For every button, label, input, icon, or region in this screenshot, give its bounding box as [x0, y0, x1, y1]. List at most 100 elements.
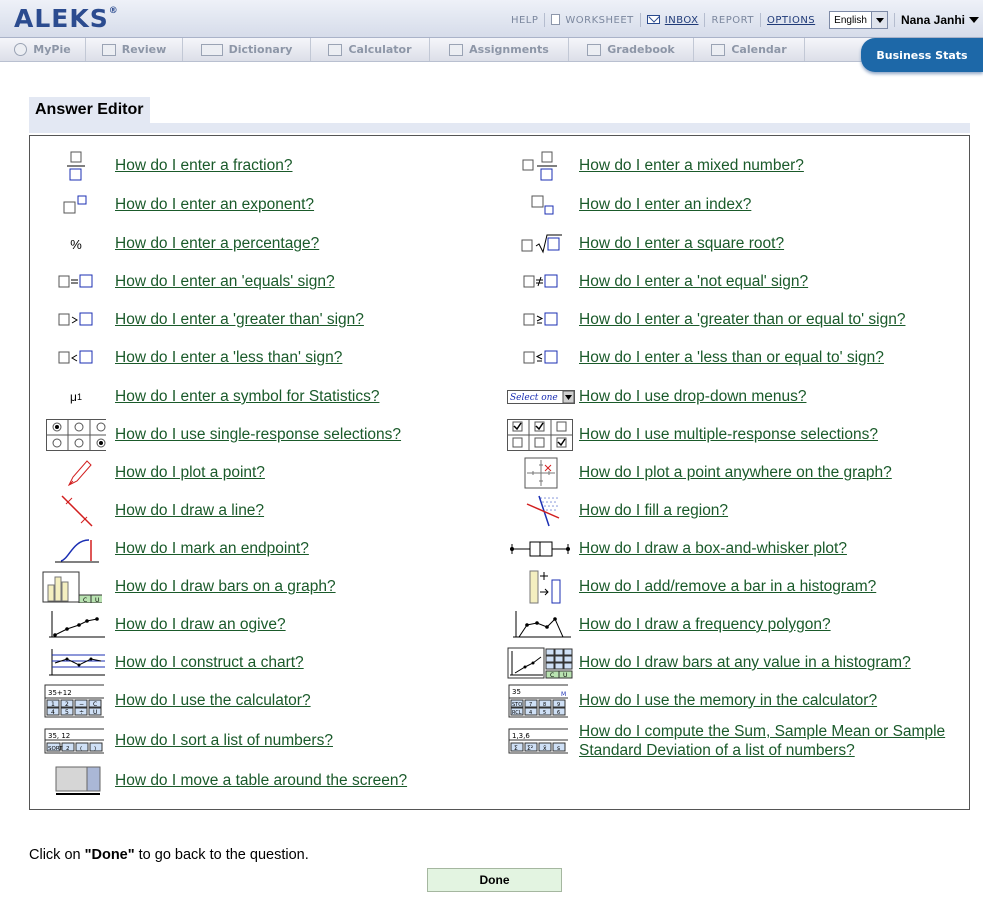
svg-text:1: 1 — [51, 701, 55, 708]
svg-text:U: U — [563, 672, 567, 679]
help-link-plot-point[interactable]: How do I plot a point? — [115, 463, 265, 482]
svg-text:C: C — [93, 701, 97, 708]
histogram-bar-icon — [511, 570, 571, 604]
done-button[interactable]: Done — [427, 868, 562, 892]
not-equal-icon — [511, 265, 571, 299]
help-link-chart[interactable]: How do I construct a chart? — [115, 653, 304, 672]
help-link-plot-anywhere[interactable]: How do I plot a point anywhere on the gr… — [579, 463, 892, 482]
report-link[interactable]: REPORT — [705, 15, 760, 26]
svg-text:2: 2 — [65, 701, 69, 708]
svg-text:RCL: RCL — [512, 710, 522, 716]
less-equal-icon — [511, 341, 571, 375]
help-link-index[interactable]: How do I enter an index? — [579, 195, 751, 214]
worksheet-link[interactable]: WORKSHEET — [545, 14, 639, 26]
tab-calculator[interactable]: Calculator — [311, 38, 430, 61]
user-menu[interactable]: Nana Janhi — [893, 13, 983, 27]
help-link-less-than[interactable]: How do I enter a 'less than' sign? — [115, 348, 342, 367]
sort-display: 35, 12 — [48, 732, 70, 740]
select-one-text: Select one — [510, 393, 558, 403]
help-link-fraction[interactable]: How do I enter a fraction? — [115, 156, 293, 175]
help-link-not-equal[interactable]: How do I enter a 'not equal' sign? — [579, 272, 808, 291]
page-title: Answer Editor — [29, 97, 150, 123]
greater-than-icon — [46, 303, 106, 337]
line-icon — [46, 494, 106, 528]
help-link-dropdown[interactable]: How do I use drop-down menus? — [579, 387, 806, 406]
clear-key: C — [83, 597, 87, 603]
fraction-icon — [46, 149, 106, 183]
help-link-less-equal[interactable]: How do I enter a 'less than or equal to'… — [579, 348, 884, 367]
help-link[interactable]: HELP — [505, 15, 544, 26]
options-link[interactable]: OPTIONS — [761, 15, 821, 26]
svg-text:SORT: SORT — [48, 746, 63, 752]
header-links: HELP WORKSHEET INBOX REPORT OPTIONS Engl… — [505, 9, 983, 31]
move-table-icon — [46, 763, 106, 797]
help-link-mixed-number[interactable]: How do I enter a mixed number? — [579, 156, 804, 175]
box-whisker-icon — [505, 532, 575, 566]
tab-dictionary[interactable]: Dictionary — [183, 38, 311, 61]
svg-text:Σ²: Σ² — [527, 745, 534, 752]
pie-icon — [14, 43, 28, 56]
footer-instruction: Click on "Done" to go back to the questi… — [29, 847, 309, 863]
pencil-icon — [46, 456, 106, 490]
help-link-histogram-any[interactable]: How do I draw bars at any value in a his… — [579, 653, 911, 672]
percent-icon: % — [70, 236, 82, 252]
help-link-sort[interactable]: How do I sort a list of numbers? — [115, 731, 333, 750]
help-link-single-response[interactable]: How do I use single-response selections? — [115, 425, 401, 444]
svg-text:x̄: x̄ — [543, 745, 547, 752]
help-link-equals[interactable]: How do I enter an 'equals' sign? — [115, 272, 335, 291]
help-link-ogive[interactable]: How do I draw an ogive? — [115, 615, 286, 634]
help-link-bars-on-graph[interactable]: How do I draw bars on a graph? — [115, 577, 336, 596]
help-link-percentage[interactable]: How do I enter a percentage? — [115, 234, 319, 253]
svg-text:1,3,6: 1,3,6 — [512, 732, 530, 740]
help-link-greater-than[interactable]: How do I enter a 'greater than' sign? — [115, 310, 364, 329]
gradebook-icon — [587, 43, 602, 56]
help-link-calculator[interactable]: How do I use the calculator? — [115, 691, 311, 710]
help-link-statistics-symbol[interactable]: How do I enter a symbol for Statistics? — [115, 387, 379, 406]
help-link-greater-equal[interactable]: How do I enter a 'greater than or equal … — [579, 310, 905, 329]
equals-icon — [46, 265, 106, 299]
help-link-fill-region[interactable]: How do I fill a region? — [579, 501, 728, 520]
title-rule — [29, 123, 970, 133]
class-tab[interactable]: Business Stats — [861, 38, 983, 72]
aleks-logo: ALEKS® — [14, 4, 119, 33]
svg-text:5: 5 — [543, 710, 546, 716]
plot-anywhere-icon — [511, 456, 571, 490]
help-link-histogram-bar[interactable]: How do I add/remove a bar in a histogram… — [579, 577, 876, 596]
tab-assignments[interactable]: Assignments — [430, 38, 569, 61]
chart-icon — [46, 646, 106, 680]
svg-text:2: 2 — [66, 746, 70, 752]
help-link-exponent[interactable]: How do I enter an exponent? — [115, 195, 314, 214]
help-link-endpoint[interactable]: How do I mark an endpoint? — [115, 539, 309, 558]
chevron-down-icon — [870, 12, 887, 28]
calculator-tab-icon — [328, 43, 343, 56]
tab-gradebook[interactable]: Gradebook — [569, 38, 694, 61]
assignment-icon — [449, 43, 464, 56]
help-link-draw-line[interactable]: How do I draw a line? — [115, 501, 264, 520]
help-link-box-whisker[interactable]: How do I draw a box-and-whisker plot? — [579, 539, 847, 558]
tab-calendar[interactable]: Calendar — [694, 38, 805, 61]
language-select[interactable]: English — [829, 11, 888, 29]
tab-bar: MyPie Review Dictionary Calculator Assig… — [0, 38, 983, 62]
help-link-square-root[interactable]: How do I enter a square root? — [579, 234, 784, 253]
help-link-multiple-response[interactable]: How do I use multiple-response selection… — [579, 425, 878, 444]
tab-mypie[interactable]: MyPie — [0, 38, 86, 61]
help-link-frequency-polygon[interactable]: How do I draw a frequency polygon? — [579, 615, 831, 634]
svg-text:U: U — [93, 709, 97, 716]
calculator-memory-icon: 35 M STO 7 8 9 RCL 4 5 6 — [508, 684, 568, 718]
svg-text:): ) — [94, 746, 96, 752]
bar-graph-icon: C U — [42, 570, 102, 604]
svg-text:8: 8 — [543, 702, 546, 708]
index-icon — [511, 188, 571, 222]
checkboxes-icon — [505, 418, 575, 452]
tab-review[interactable]: Review — [86, 38, 183, 61]
svg-text:÷: ÷ — [79, 709, 84, 716]
help-link-sum-mean-sd[interactable]: How do I compute the Sum, Sample Mean or… — [579, 722, 959, 760]
help-link-calculator-memory[interactable]: How do I use the memory in the calculato… — [579, 691, 877, 710]
statistics-symbol-icon: μ1 — [70, 390, 82, 404]
svg-text:s: s — [557, 745, 560, 752]
inbox-link[interactable]: INBOX — [641, 14, 705, 26]
calc-display: 35+12 — [48, 689, 72, 697]
square-root-icon — [511, 227, 571, 261]
help-link-move-table[interactable]: How do I move a table around the screen? — [115, 771, 407, 790]
endpoint-icon — [46, 532, 106, 566]
